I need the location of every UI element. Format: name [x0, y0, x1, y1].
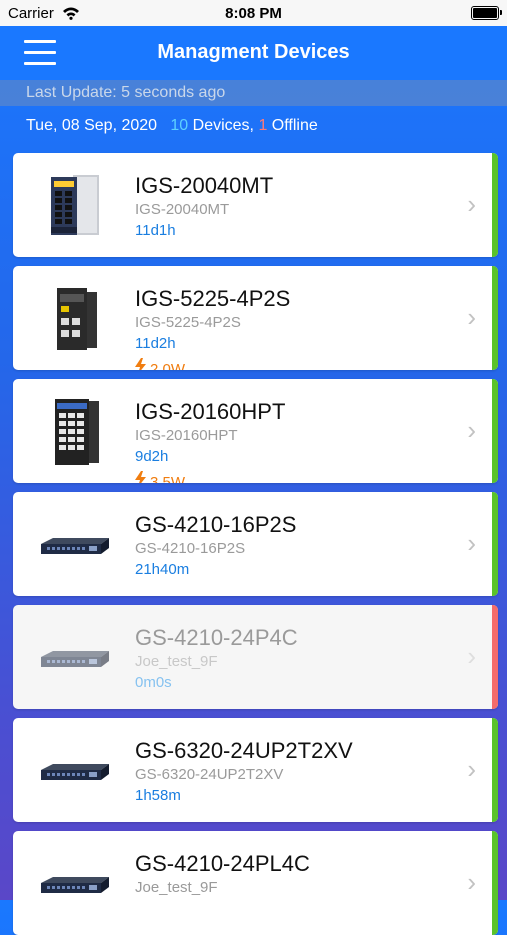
- lightning-icon: [135, 358, 146, 370]
- power-value: 3.5W: [150, 474, 186, 483]
- device-count: 10: [170, 117, 189, 134]
- last-update-bar: Last Update: 5 seconds ago: [0, 80, 507, 106]
- device-image: [35, 843, 115, 923]
- device-card[interactable]: IGS-5225-4P2S IGS-5225-4P2S 11d2h 2.0W ›: [13, 266, 498, 370]
- chevron-right-icon[interactable]: ›: [467, 302, 476, 333]
- device-image: [35, 617, 115, 697]
- device-card[interactable]: GS-4210-16P2S GS-4210-16P2S 21h40m ›: [13, 492, 498, 596]
- device-power: 3.5W: [135, 471, 185, 483]
- offline-label: Offline: [267, 117, 318, 134]
- device-image: [35, 165, 115, 245]
- device-model: GS-6320-24UP2T2XV: [135, 766, 284, 783]
- device-model: GS-4210-16P2S: [135, 540, 246, 557]
- device-card[interactable]: GS-4210-24P4C Joe_test_9F 0m0s ›: [13, 605, 498, 709]
- page-title: Managment Devices: [157, 41, 350, 63]
- device-model: IGS-20160HPT: [135, 427, 238, 444]
- device-model: Joe_test_9F: [135, 653, 218, 670]
- device-card[interactable]: GS-4210-24PL4C Joe_test_9F ›: [13, 831, 498, 935]
- device-image: [35, 278, 115, 358]
- device-name: GS-4210-16P2S: [135, 512, 297, 537]
- chevron-right-icon[interactable]: ›: [467, 528, 476, 559]
- device-image: [35, 391, 115, 471]
- device-uptime: 11d2h: [135, 335, 176, 352]
- device-name: IGS-5225-4P2S: [135, 286, 291, 311]
- device-image: [35, 730, 115, 810]
- chevron-right-icon[interactable]: ›: [467, 867, 476, 898]
- device-name: IGS-20160HPT: [135, 399, 286, 424]
- clock: 8:08 PM: [225, 5, 282, 22]
- devices-label: Devices,: [188, 117, 259, 134]
- chevron-right-icon[interactable]: ›: [467, 641, 476, 672]
- status-indicator: [492, 153, 498, 257]
- device-card[interactable]: IGS-20160HPT IGS-20160HPT 9d2h 3.5W ›: [13, 379, 498, 483]
- power-value: 2.0W: [150, 361, 186, 370]
- battery-icon: [471, 6, 502, 20]
- device-uptime: 1h58m: [135, 787, 181, 804]
- summary-date: Tue, 08 Sep, 2020: [26, 117, 158, 134]
- chevron-right-icon[interactable]: ›: [467, 415, 476, 446]
- device-model: IGS-20040MT: [135, 201, 230, 218]
- device-model: IGS-5225-4P2S: [135, 314, 241, 331]
- device-uptime: 0m0s: [135, 674, 172, 691]
- device-card[interactable]: GS-6320-24UP2T2XV GS-6320-24UP2T2XV 1h58m ›: [13, 718, 498, 822]
- lightning-icon: [135, 471, 146, 483]
- device-image: [35, 504, 115, 584]
- device-name: GS-4210-24PL4C: [135, 851, 310, 876]
- status-indicator: [492, 266, 498, 370]
- device-uptime: 11d1h: [135, 222, 176, 239]
- status-indicator: [492, 379, 498, 483]
- chevron-right-icon[interactable]: ›: [467, 754, 476, 785]
- status-indicator: [492, 831, 498, 935]
- status-indicator: [492, 605, 498, 709]
- device-name: GS-4210-24P4C: [135, 625, 298, 650]
- device-power: 2.0W: [135, 358, 185, 370]
- status-indicator: [492, 718, 498, 822]
- device-uptime: 9d2h: [135, 448, 169, 465]
- device-model: Joe_test_9F: [135, 879, 218, 896]
- device-summary: Tue, 08 Sep, 2020 10 Devices, 1 Offline: [26, 117, 318, 135]
- device-name: GS-6320-24UP2T2XV: [135, 738, 353, 763]
- device-name: IGS-20040MT: [135, 173, 274, 198]
- status-bar: Carrier 8:08 PM: [0, 0, 507, 26]
- device-card[interactable]: IGS-20040MT IGS-20040MT 11d1h ›: [13, 153, 498, 257]
- last-update-text: Last Update: 5 seconds ago: [26, 84, 226, 101]
- device-uptime: 21h40m: [135, 561, 190, 578]
- navigation-bar: Managment Devices: [0, 26, 507, 80]
- status-indicator: [492, 492, 498, 596]
- chevron-right-icon[interactable]: ›: [467, 189, 476, 220]
